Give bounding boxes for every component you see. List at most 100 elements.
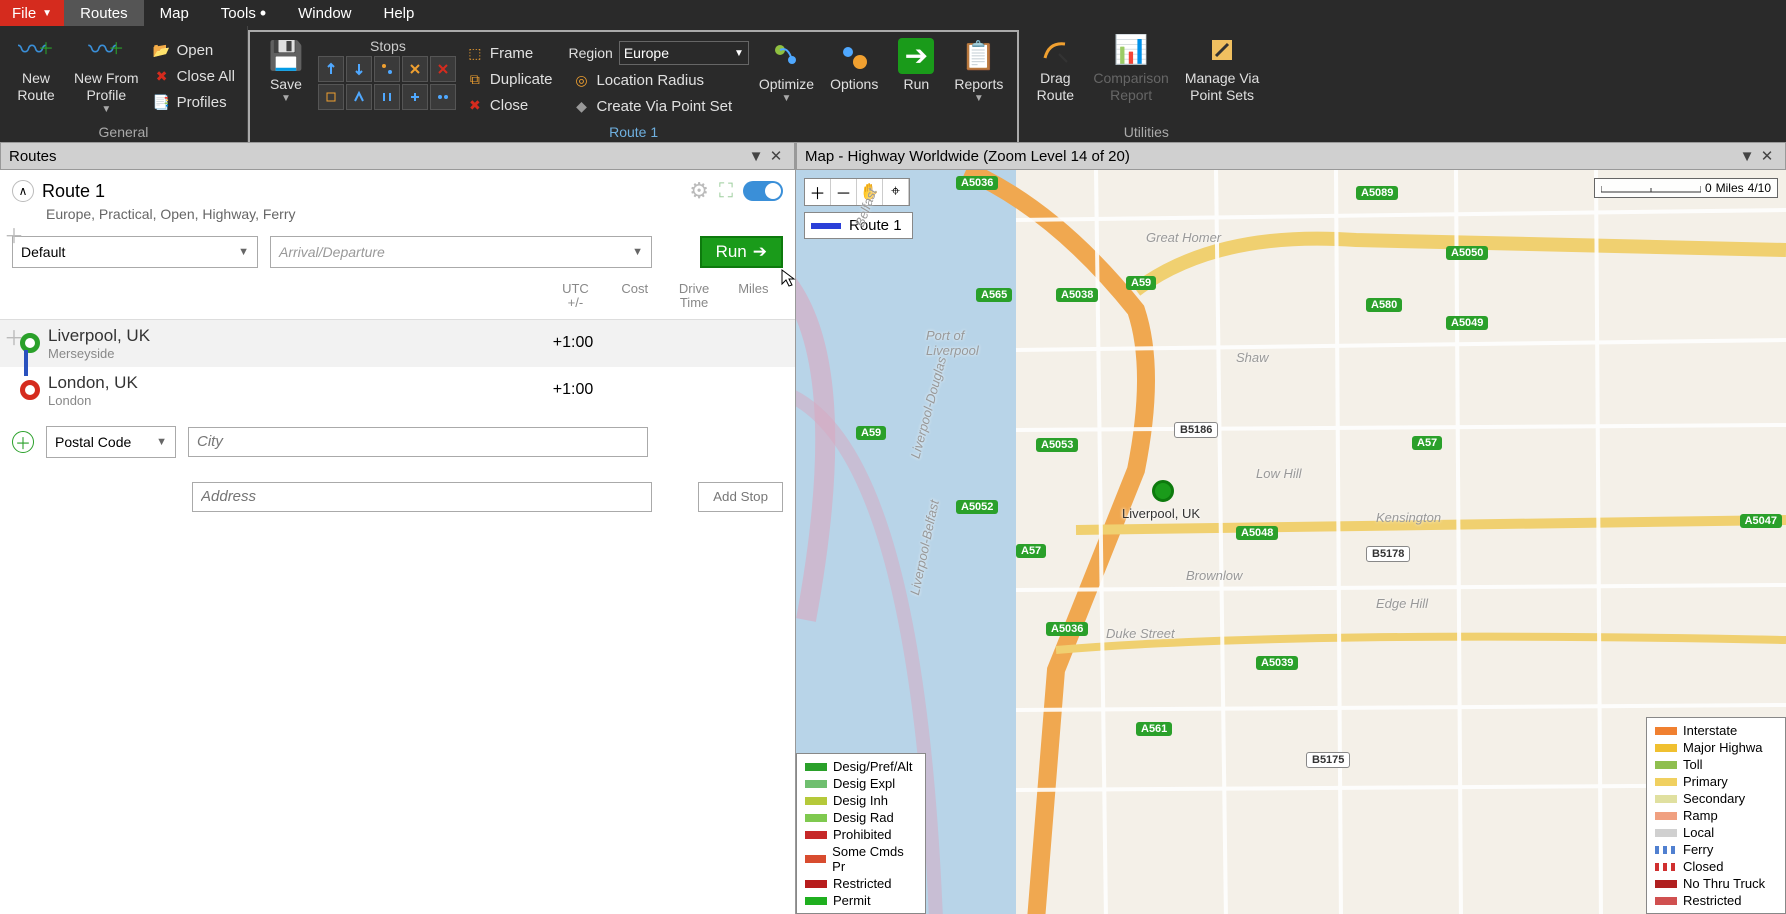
city-marker-label: Liverpool, UK bbox=[1122, 506, 1200, 521]
optimize-button[interactable]: Optimize▼ bbox=[753, 36, 820, 122]
stop-btn-8[interactable] bbox=[374, 84, 400, 110]
columns-header: UTC +/- Cost Drive Time Miles bbox=[0, 278, 795, 320]
zoom-in-button[interactable]: ＋ bbox=[805, 179, 831, 205]
stop-btn-7[interactable] bbox=[346, 84, 372, 110]
close-route-button[interactable]: ✖Close bbox=[462, 94, 557, 116]
menu-map[interactable]: Map bbox=[144, 0, 205, 26]
routes-minimize-icon[interactable]: ▼ bbox=[746, 148, 766, 165]
arrival-select[interactable]: Arrival/Departure▼ bbox=[270, 236, 652, 268]
routes-close-icon[interactable]: ✕ bbox=[766, 147, 786, 165]
add-handle-stop[interactable]: ＋ bbox=[4, 322, 24, 351]
road-label: A5048 bbox=[1236, 526, 1278, 540]
road-label: A5038 bbox=[1056, 288, 1098, 302]
city-marker[interactable] bbox=[1152, 480, 1174, 502]
add-handle-top[interactable]: ＋ bbox=[4, 220, 24, 249]
ribbon-label-general: General bbox=[8, 122, 239, 142]
add-stop-area: ＋ Postal Code▼ Add Stop bbox=[0, 414, 795, 524]
stop-btn-2[interactable] bbox=[346, 56, 372, 82]
open-button[interactable]: 📂Open bbox=[149, 39, 239, 61]
menu-help[interactable]: Help bbox=[368, 0, 431, 26]
run-button[interactable]: ➔ Run bbox=[888, 36, 944, 122]
stop-btn-5[interactable] bbox=[430, 56, 456, 82]
area-label: Port of Liverpool bbox=[926, 328, 979, 358]
legend-row: Some Cmds Pr bbox=[805, 843, 917, 875]
legend-row: Desig Inh bbox=[805, 792, 917, 809]
stop-row-0[interactable]: Liverpool, UK Merseyside +1:00 bbox=[0, 320, 795, 367]
route-settings-icon[interactable]: ⚙ bbox=[689, 178, 709, 204]
stop-btn-9[interactable] bbox=[402, 84, 428, 110]
menu-file[interactable]: File▼ bbox=[0, 0, 64, 26]
options-button[interactable]: Options bbox=[824, 36, 884, 122]
profiles-icon: 📑 bbox=[153, 93, 171, 111]
open-icon: 📂 bbox=[153, 41, 171, 59]
area-label: Low Hill bbox=[1256, 466, 1302, 481]
map-svg bbox=[796, 170, 1786, 914]
save-button[interactable]: 💾 Save▼ bbox=[258, 36, 314, 122]
run-route-button[interactable]: Run➔ bbox=[700, 236, 783, 268]
map-canvas[interactable]: ＋ － ✋ ⌖ Route 1 0Miles4/10 A5036 A5089 A… bbox=[796, 170, 1786, 914]
create-via-icon: ◆ bbox=[572, 97, 590, 115]
comparison-report-button[interactable]: 📊 Comparison Report bbox=[1087, 30, 1174, 122]
ribbon-group-route1: 💾 Save▼ Stops ⬚Fram bbox=[248, 30, 1019, 142]
frame-button[interactable]: ⬚Frame bbox=[462, 42, 557, 64]
road-label: A59 bbox=[1126, 276, 1156, 290]
region-select[interactable]: Europe▼ bbox=[619, 41, 749, 65]
new-route-button[interactable]: 〰＋ New Route bbox=[8, 30, 64, 122]
stop-btn-6[interactable] bbox=[318, 84, 344, 110]
ribbon-label-utilities: Utilities bbox=[1027, 122, 1265, 142]
manage-via-button[interactable]: Manage Via Point Sets bbox=[1179, 30, 1265, 122]
stop-row-1[interactable]: London, UK London +1:00 bbox=[0, 367, 795, 414]
postal-select[interactable]: Postal Code▼ bbox=[46, 426, 176, 458]
area-label: Kensington bbox=[1376, 510, 1441, 525]
drag-route-button[interactable]: Drag Route bbox=[1027, 30, 1083, 122]
area-label: Shaw bbox=[1236, 350, 1269, 365]
manage-via-icon bbox=[1204, 32, 1240, 68]
profiles-button[interactable]: 📑Profiles bbox=[149, 91, 239, 113]
menu-window[interactable]: Window bbox=[282, 0, 367, 26]
legend-row: Primary bbox=[1655, 773, 1777, 790]
duplicate-button[interactable]: ⧉Duplicate bbox=[462, 68, 557, 90]
area-label: Brownlow bbox=[1186, 568, 1242, 583]
new-from-profile-button[interactable]: 〰＋ New From Profile ▼ bbox=[68, 30, 145, 122]
road-label: A5049 bbox=[1446, 316, 1488, 330]
stop-btn-1[interactable] bbox=[318, 56, 344, 82]
col-drive: Drive Time bbox=[664, 282, 723, 311]
select-button[interactable]: ⌖ bbox=[883, 179, 909, 205]
zoom-out-button[interactable]: － bbox=[831, 179, 857, 205]
map-minimize-icon[interactable]: ▼ bbox=[1737, 148, 1757, 165]
menu-tools[interactable]: Tools• bbox=[205, 0, 282, 26]
reports-button[interactable]: 📋 Reports▼ bbox=[948, 36, 1009, 122]
routes-panel-title: Routes bbox=[9, 148, 57, 165]
location-radius-button[interactable]: ◎Location Radius bbox=[568, 69, 748, 91]
legend-row: Interstate bbox=[1655, 722, 1777, 739]
add-stop-button[interactable]: Add Stop bbox=[698, 482, 783, 512]
create-via-button[interactable]: ◆Create Via Point Set bbox=[568, 95, 748, 117]
map-close-icon[interactable]: ✕ bbox=[1757, 147, 1777, 165]
route-toggle[interactable] bbox=[743, 181, 783, 201]
city-input[interactable] bbox=[188, 427, 648, 457]
road-label: A5052 bbox=[956, 500, 998, 514]
map-legend-left: Desig/Pref/AltDesig ExplDesig InhDesig R… bbox=[796, 753, 926, 914]
legend-row: Secondary bbox=[1655, 790, 1777, 807]
stop-btn-3[interactable] bbox=[374, 56, 400, 82]
road-label: A57 bbox=[1016, 544, 1046, 558]
legend-row: Closed bbox=[1655, 858, 1777, 875]
route-expand-icon[interactable]: ⛶ bbox=[719, 180, 733, 203]
road-label: A59 bbox=[856, 426, 886, 440]
menu-routes[interactable]: Routes bbox=[64, 0, 144, 26]
drag-route-icon bbox=[1037, 32, 1073, 68]
close-all-button[interactable]: ✖Close All bbox=[149, 65, 239, 87]
run-arrow-icon: ➔ bbox=[753, 242, 767, 262]
add-stop-plus-button[interactable]: ＋ bbox=[12, 431, 34, 453]
map-pane: Map - Highway Worldwide (Zoom Level 14 o… bbox=[796, 142, 1786, 914]
address-input[interactable] bbox=[192, 482, 652, 512]
close-all-icon: ✖ bbox=[153, 67, 171, 85]
route-header: ＋ ∧ Route 1 ⚙ ⛶ Europe, Practical, Open,… bbox=[0, 170, 795, 226]
collapse-route-button[interactable]: ∧ bbox=[12, 180, 34, 202]
duplicate-icon: ⧉ bbox=[466, 70, 484, 88]
profile-select[interactable]: Default▼ bbox=[12, 236, 258, 268]
legend-row: Major Highwa bbox=[1655, 739, 1777, 756]
stop-btn-4[interactable] bbox=[402, 56, 428, 82]
area-label: Great Homer bbox=[1146, 230, 1221, 245]
stop-btn-10[interactable] bbox=[430, 84, 456, 110]
